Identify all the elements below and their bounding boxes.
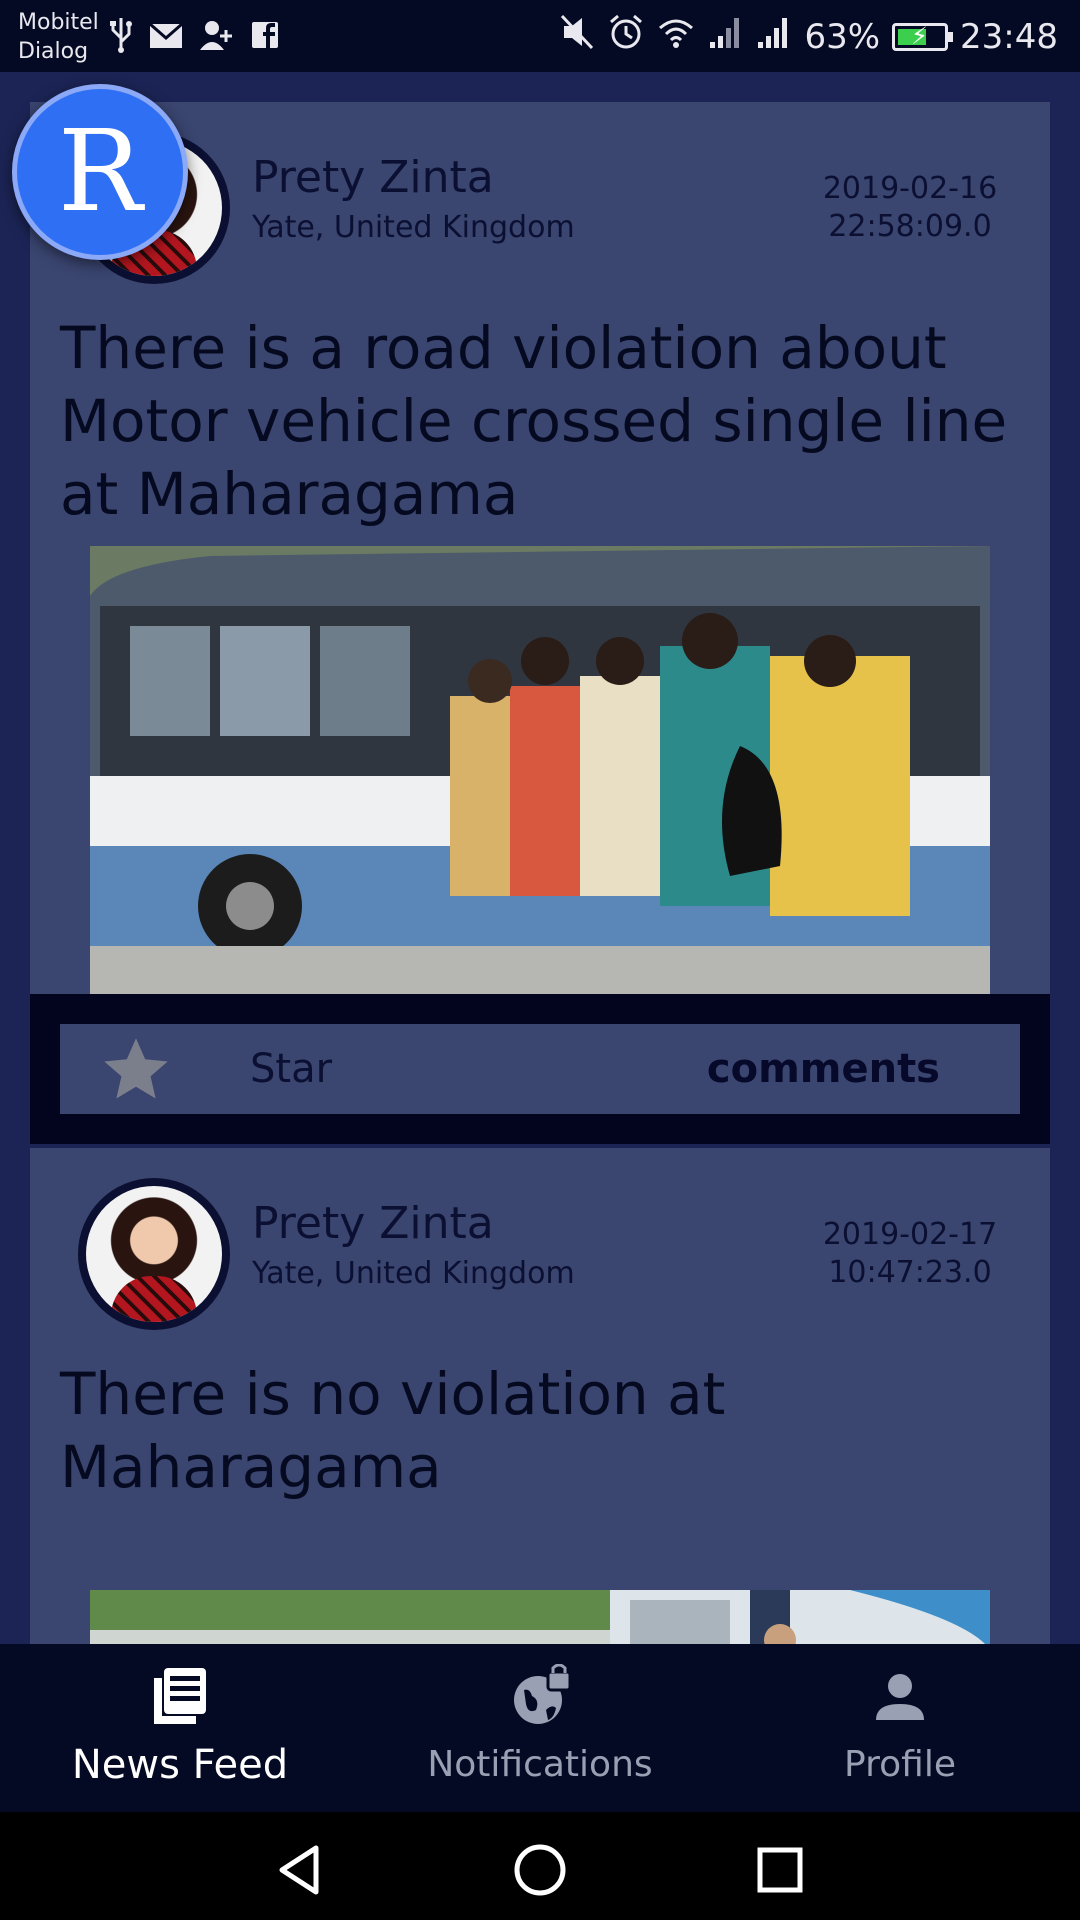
carrier-2: Dialog xyxy=(18,39,89,64)
status-bar: Mobitel Dialog 63% ⚡ 23:48 xyxy=(0,0,1080,72)
post-timestamp: 2019-02-16 22:58:09.0 xyxy=(810,170,1010,246)
r-badge[interactable]: R xyxy=(12,84,188,260)
post-text: There is a road violation about Motor ve… xyxy=(60,314,1008,528)
clock: 23:48 xyxy=(960,16,1058,57)
star-icon[interactable] xyxy=(98,1032,174,1108)
post-card: Prety Zinta Yate, United Kingdom 2019-02… xyxy=(30,1148,1050,1644)
news-feed[interactable]: Prety Zinta Yate, United Kingdom 2019-02… xyxy=(0,72,1080,1644)
usb-icon xyxy=(108,16,134,58)
post-time: 10:47:23.0 xyxy=(828,1255,992,1290)
post-location: Yate, United Kingdom xyxy=(252,1256,575,1291)
post-text: There is no violation at Maharagama xyxy=(60,1360,726,1501)
alarm-icon xyxy=(608,12,644,61)
battery-icon: ⚡ xyxy=(892,21,954,51)
system-icons: 63% ⚡ 23:48 xyxy=(560,12,1058,61)
nav-notifications[interactable]: Notifications xyxy=(360,1644,720,1812)
news-feed-icon xyxy=(150,1664,210,1728)
nav-notifications-label: Notifications xyxy=(427,1744,653,1785)
nav-news-feed-label: News Feed xyxy=(71,1742,289,1788)
charging-icon: ⚡ xyxy=(911,21,928,50)
street-bus-photo xyxy=(90,1590,990,1644)
post-image[interactable] xyxy=(90,546,990,994)
post-action-bar: Star comments xyxy=(60,1024,1020,1114)
crowded-bus-photo xyxy=(90,546,990,994)
avatar-photo xyxy=(86,1186,222,1322)
comments-button[interactable]: comments xyxy=(707,1046,940,1092)
mute-icon xyxy=(560,12,596,61)
back-icon[interactable] xyxy=(272,1842,328,1898)
signal-icon xyxy=(708,12,744,61)
post-card: Prety Zinta Yate, United Kingdom 2019-02… xyxy=(30,102,1050,1144)
nav-profile-label: Profile xyxy=(844,1744,956,1785)
post-location: Yate, United Kingdom xyxy=(252,210,575,245)
bottom-navigation: News Feed Notifications Profile xyxy=(0,1644,1080,1812)
system-navigation-bar xyxy=(0,1812,1080,1920)
post-author[interactable]: Prety Zinta xyxy=(252,1198,494,1249)
nav-news-feed[interactable]: News Feed xyxy=(0,1644,360,1812)
post-date: 2019-02-16 xyxy=(822,171,998,206)
post-body: Prety Zinta Yate, United Kingdom 2019-02… xyxy=(30,102,1050,994)
post-image[interactable] xyxy=(90,1590,990,1644)
facebook-icon xyxy=(250,16,280,58)
post-timestamp: 2019-02-17 10:47:23.0 xyxy=(810,1216,1010,1292)
nav-profile[interactable]: Profile xyxy=(720,1644,1080,1812)
avatar[interactable] xyxy=(78,1178,230,1330)
notification-icons xyxy=(108,16,280,58)
recents-icon[interactable] xyxy=(752,1842,808,1898)
carrier-labels: Mobitel Dialog xyxy=(18,8,99,66)
globe-lock-icon xyxy=(510,1663,572,1728)
signal-icon xyxy=(756,12,792,61)
carrier-1: Mobitel xyxy=(18,10,99,35)
screen: Mobitel Dialog 63% ⚡ 23:48 Prety Zinta Y… xyxy=(0,0,1080,1920)
wifi-icon xyxy=(656,12,696,61)
add-contact-icon xyxy=(198,16,236,58)
post-date: 2019-02-17 xyxy=(822,1217,998,1252)
person-icon xyxy=(870,1664,930,1728)
post-time: 22:58:09.0 xyxy=(828,209,992,244)
post-author[interactable]: Prety Zinta xyxy=(252,152,494,203)
mail-icon xyxy=(148,16,184,58)
battery-percent: 63% xyxy=(804,16,881,57)
home-icon[interactable] xyxy=(512,1842,568,1898)
star-button[interactable]: Star xyxy=(250,1046,332,1092)
